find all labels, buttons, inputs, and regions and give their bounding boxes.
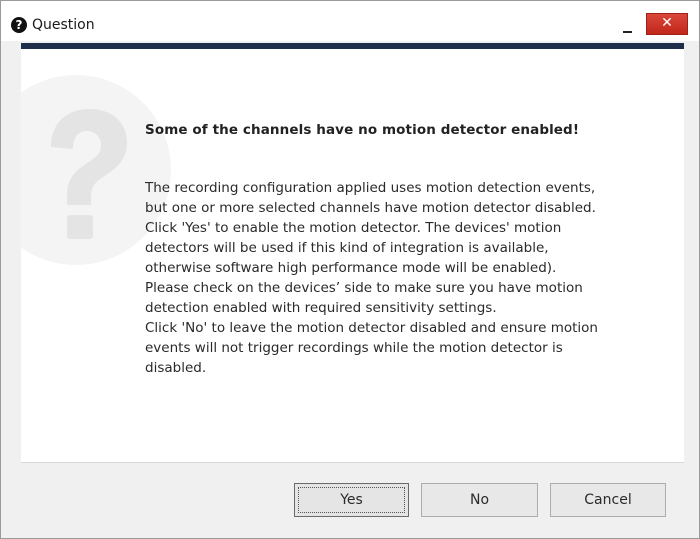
close-button[interactable]: ✕ [646, 13, 688, 35]
message-line: disabled. [145, 360, 207, 376]
message-line: The recording configuration applied uses… [145, 180, 596, 196]
question-circle-icon: ? [11, 17, 27, 33]
title-bar[interactable]: ? Question ✕ [1, 1, 699, 41]
no-button-label: No [469, 492, 490, 508]
question-dialog-window: ? Question ✕ Some of the channels have n… [0, 0, 700, 539]
yes-button[interactable]: Yes [294, 483, 409, 517]
dialog-message: The recording configuration applied uses… [145, 178, 655, 378]
minimize-icon [623, 31, 632, 33]
cancel-button-label: Cancel [584, 492, 632, 508]
dialog-heading: Some of the channels have no motion dete… [145, 122, 580, 138]
close-icon: ✕ [661, 15, 673, 31]
button-bar: Yes No Cancel [21, 462, 684, 538]
yes-button-label: Yes [340, 492, 363, 508]
message-line: but one or more selected channels have m… [145, 200, 596, 216]
message-line: detection enabled with required sensitiv… [145, 300, 497, 316]
minimize-button[interactable] [613, 12, 643, 38]
dialog-content: Some of the channels have no motion dete… [21, 49, 684, 462]
message-line: Click 'Yes' to enable the motion detecto… [145, 220, 562, 236]
message-line: detectors will be used if this kind of i… [145, 240, 549, 256]
message-line: events will not trigger recordings while… [145, 340, 563, 356]
message-line: Click 'No' to leave the motion detector … [145, 320, 598, 336]
message-line: otherwise software high performance mode… [145, 260, 557, 276]
message-line: Please check on the devices’ side to mak… [145, 280, 583, 296]
cancel-button[interactable]: Cancel [550, 483, 666, 517]
window-title: Question [32, 17, 95, 33]
no-button[interactable]: No [421, 483, 538, 517]
